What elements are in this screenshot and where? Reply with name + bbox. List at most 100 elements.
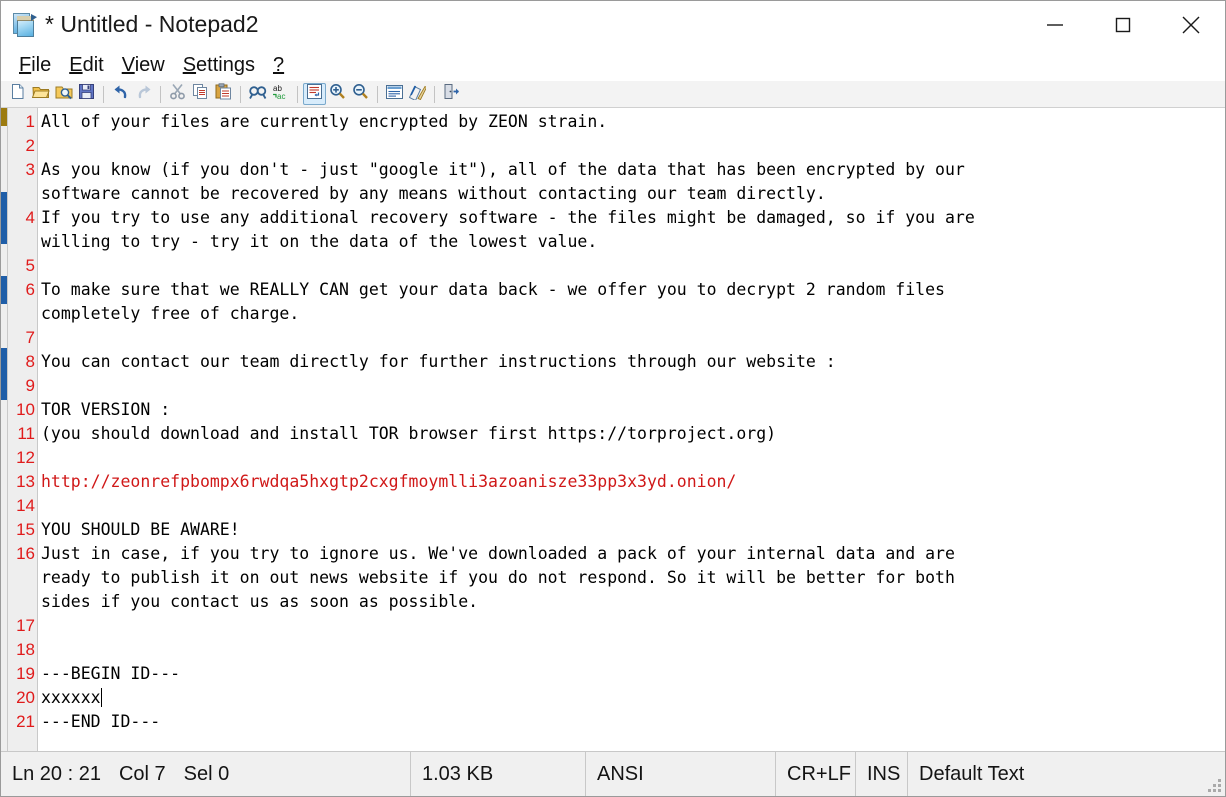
browse-file-button[interactable] [52, 83, 75, 105]
line-number: 2 [25, 136, 35, 155]
new-file-icon [9, 83, 26, 105]
status-line-position: Ln 20 : 21 [12, 762, 101, 785]
minimize-button[interactable] [1021, 1, 1089, 48]
line-number: 21 [16, 712, 35, 731]
toolbar-separator [160, 85, 161, 103]
status-scheme[interactable]: Default Text [908, 752, 1225, 796]
text-line[interactable] [41, 494, 1225, 518]
text-line[interactable] [41, 254, 1225, 278]
menu-bar: File Edit View Settings ? [1, 48, 1225, 81]
toolbar-separator [297, 85, 298, 103]
line-number: 11 [17, 424, 35, 443]
text-line[interactable]: ---BEGIN ID--- [41, 662, 1225, 686]
toolbar-separator [240, 85, 241, 103]
replace-button[interactable]: ab ac [269, 83, 292, 105]
text-line[interactable]: sides if you contact us as soon as possi… [41, 590, 1225, 614]
status-encoding[interactable]: ANSI [586, 752, 776, 796]
text-line[interactable]: completely free of charge. [41, 302, 1225, 326]
status-column: Col 7 [118, 762, 166, 785]
line-number: 5 [25, 256, 35, 275]
text-content[interactable]: All of your files are currently encrypte… [38, 108, 1225, 751]
browse-file-icon [55, 84, 73, 105]
zoom-in-button[interactable] [326, 83, 349, 105]
menu-item-help[interactable]: ? [264, 55, 293, 75]
text-line[interactable]: You can contact our team directly for fu… [41, 350, 1225, 374]
text-line[interactable] [41, 446, 1225, 470]
copy-button[interactable] [189, 83, 212, 105]
scheme-button[interactable] [383, 83, 406, 105]
title-bar: * Untitled - Notepad2 [1, 1, 1225, 48]
toolbar: ab ac [1, 81, 1225, 108]
text-line[interactable] [41, 638, 1225, 662]
text-line[interactable]: YOU SHOULD BE AWARE! [41, 518, 1225, 542]
text-line[interactable]: http://zeonrefpbompx6rwdqa5hxgtp2cxgfmoy… [41, 470, 1225, 494]
status-selection: Sel 0 [183, 762, 230, 785]
zoom-out-button[interactable] [349, 83, 372, 105]
line-number: 12 [16, 448, 35, 467]
exit-icon [443, 83, 460, 105]
scheme-options-button[interactable] [406, 83, 429, 105]
new-file-button[interactable] [6, 83, 29, 105]
line-number: 20 [16, 688, 35, 707]
menu-item-view[interactable]: View [113, 55, 174, 75]
line-number: . [8, 566, 35, 590]
text-line[interactable]: Just in case, if you try to ignore us. W… [41, 542, 1225, 566]
text-line[interactable]: ready to publish it on out news website … [41, 566, 1225, 590]
editor-area[interactable]: 123.4.56.78910111213141516..1718192021 A… [1, 108, 1225, 751]
line-number: 16 [16, 544, 35, 563]
find-button[interactable] [246, 83, 269, 105]
notepad-icon [11, 12, 37, 38]
text-line[interactable]: software cannot be recovered by any mean… [41, 182, 1225, 206]
menu-item-settings[interactable]: Settings [174, 55, 264, 75]
cut-button[interactable] [166, 83, 189, 105]
text-line[interactable]: If you try to use any additional recover… [41, 206, 1225, 230]
text-line[interactable] [41, 374, 1225, 398]
line-number-gutter: 123.4.56.78910111213141516..1718192021 [8, 108, 38, 751]
line-number: 9 [25, 376, 35, 395]
open-file-button[interactable] [29, 83, 52, 105]
status-bar: Ln 20 : 21 Col 7 Sel 0 1.03 KB ANSI CR+L… [1, 751, 1225, 796]
status-insert-mode[interactable]: INS [856, 752, 908, 796]
line-number: 15 [16, 520, 35, 539]
close-button[interactable] [1157, 1, 1225, 48]
menu-item-edit[interactable]: Edit [60, 55, 112, 75]
line-number: 13 [16, 472, 35, 491]
text-line[interactable] [41, 614, 1225, 638]
text-line[interactable]: (you should download and install TOR bro… [41, 422, 1225, 446]
toolbar-separator [377, 85, 378, 103]
window-title: * Untitled - Notepad2 [45, 11, 259, 37]
close-icon [1179, 13, 1203, 37]
text-line[interactable]: willing to try - try it on the data of t… [41, 230, 1225, 254]
notepad2-window: * Untitled - Notepad2 File Edit View Set… [0, 0, 1226, 797]
text-line[interactable]: xxxxxx [41, 686, 1225, 710]
line-number: 17 [16, 616, 35, 635]
resize-grip[interactable] [1208, 779, 1221, 792]
line-number: . [8, 230, 35, 254]
text-line[interactable] [41, 326, 1225, 350]
undo-button[interactable] [109, 83, 132, 105]
save-file-button[interactable] [75, 83, 98, 105]
word-wrap-button[interactable] [303, 83, 326, 105]
menu-item-file[interactable]: File [10, 55, 60, 75]
svg-text:ac: ac [277, 92, 285, 100]
text-line[interactable] [41, 134, 1225, 158]
text-line[interactable]: To make sure that we REALLY CAN get your… [41, 278, 1225, 302]
paste-button[interactable] [212, 83, 235, 105]
maximize-button[interactable] [1089, 1, 1157, 48]
text-line[interactable]: TOR VERSION : [41, 398, 1225, 422]
status-line-endings[interactable]: CR+LF [776, 752, 856, 796]
exit-button[interactable] [440, 83, 463, 105]
text-line[interactable]: As you know (if you don't - just "google… [41, 158, 1225, 182]
save-file-icon [78, 83, 95, 105]
copy-icon [192, 83, 209, 105]
line-number: 1 [25, 112, 35, 131]
scheme-icon [386, 84, 403, 104]
text-line[interactable]: ---END ID--- [41, 710, 1225, 734]
change-margin [1, 108, 8, 751]
redo-button[interactable] [132, 83, 155, 105]
line-number: 18 [16, 640, 35, 659]
paste-icon [215, 83, 232, 105]
toolbar-separator [103, 85, 104, 103]
text-line[interactable]: All of your files are currently encrypte… [41, 110, 1225, 134]
word-wrap-icon [307, 84, 322, 104]
